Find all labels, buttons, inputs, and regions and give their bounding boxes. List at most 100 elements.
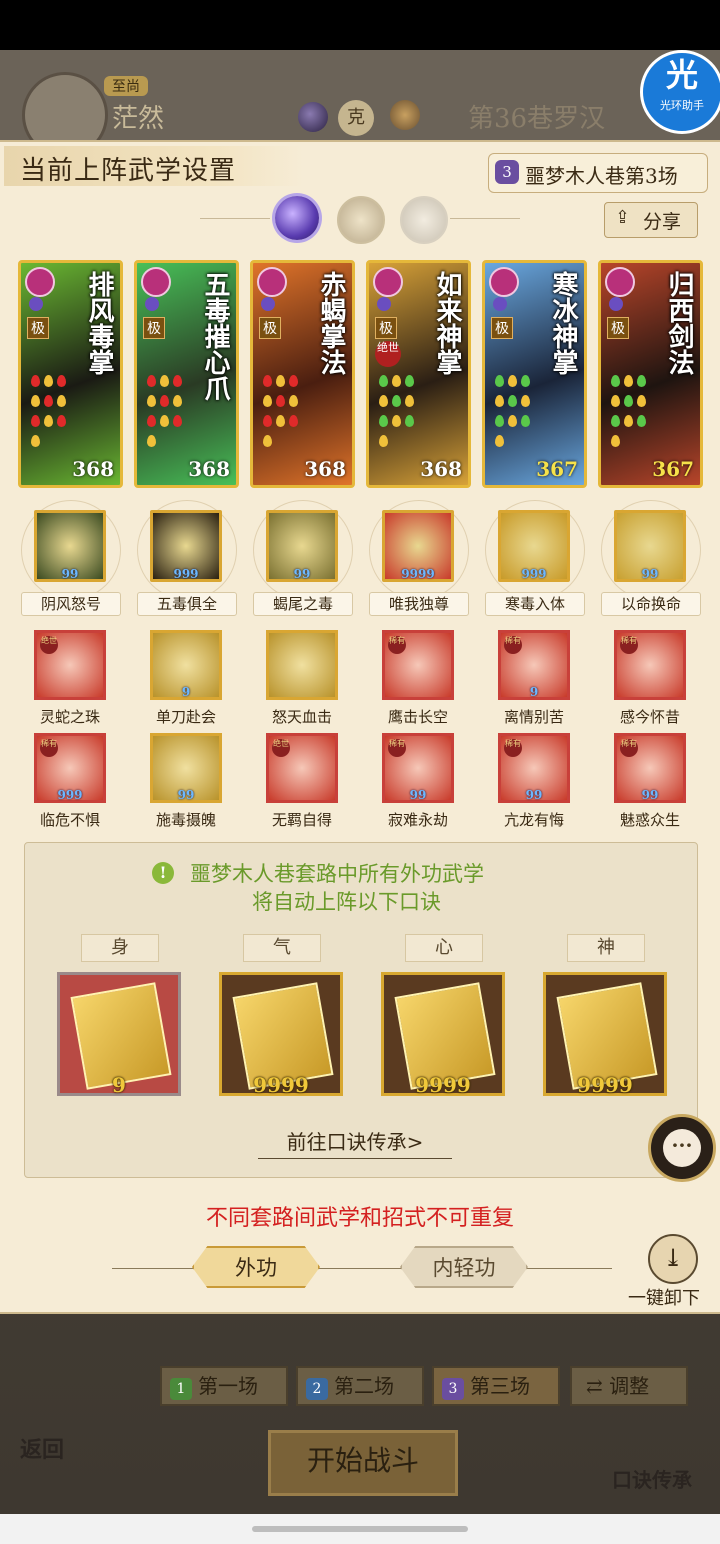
pip-icon bbox=[379, 415, 388, 427]
kouj-slot-tag: 心 bbox=[405, 934, 483, 962]
move-icon[interactable]: 稀有 bbox=[382, 630, 454, 700]
pip-icon bbox=[405, 415, 414, 427]
stage-button[interactable]: 3 第三场 bbox=[432, 1366, 560, 1406]
pip-icon bbox=[276, 375, 285, 387]
unload-icon[interactable]: ⤓ bbox=[648, 1234, 698, 1284]
pip-icon bbox=[392, 375, 401, 387]
move-icon[interactable]: 稀有 99 bbox=[498, 733, 570, 803]
sun-icon bbox=[390, 100, 420, 130]
tab-waigong[interactable]: 外功 bbox=[192, 1246, 320, 1288]
pip-icon bbox=[405, 375, 414, 387]
move-label: 魅惑众生 bbox=[619, 811, 680, 829]
move-icon[interactable]: 9999 bbox=[382, 510, 454, 582]
chat-icon: ··· bbox=[663, 1129, 701, 1167]
kouj-card[interactable]: 9999 bbox=[219, 972, 343, 1097]
pip-icon bbox=[521, 375, 530, 387]
move-icon[interactable]: 稀有 999 bbox=[34, 733, 106, 803]
move-icon[interactable]: 稀有 99 bbox=[614, 733, 686, 803]
kouj-card[interactable]: 9 bbox=[57, 972, 181, 1097]
move-icon[interactable]: 999 bbox=[498, 510, 570, 582]
skill-card[interactable]: 极 排风毒掌 368 bbox=[18, 260, 123, 488]
pip-icon bbox=[276, 395, 285, 407]
skill-card[interactable]: 极 五毒摧心爪 368 bbox=[134, 260, 239, 488]
moon-element-icon bbox=[609, 297, 623, 311]
move-icon[interactable]: 9 bbox=[150, 630, 222, 700]
move-icon[interactable]: 绝世 bbox=[34, 630, 106, 700]
skill-card[interactable]: 极绝世 如来神掌 368 bbox=[366, 260, 471, 488]
skill-card[interactable]: 极 赤蝎掌法 368 bbox=[250, 260, 355, 488]
skill-name: 赤蝎掌法 bbox=[316, 271, 346, 375]
pip-icon bbox=[508, 395, 517, 407]
kouj-card[interactable]: 9999 bbox=[543, 972, 667, 1097]
pip-icon bbox=[44, 395, 53, 407]
move-icon[interactable]: 99 bbox=[34, 510, 106, 582]
move-label: 寒毒入体 bbox=[485, 592, 585, 616]
skill-name: 排风毒掌 bbox=[84, 271, 114, 375]
move-label: 唯我独尊 bbox=[369, 592, 469, 616]
move-label: 临危不惧 bbox=[39, 811, 100, 829]
move-label: 亢龙有悔 bbox=[503, 811, 564, 829]
move-label: 单刀赴会 bbox=[155, 708, 216, 726]
pip-icon bbox=[611, 435, 620, 447]
pip-icon bbox=[160, 395, 169, 407]
goto-kouj-link[interactable]: 前往口诀传承> bbox=[258, 1126, 452, 1159]
skill-card[interactable]: 极 寒冰神掌 367 bbox=[482, 260, 587, 488]
helper-badge-sub: 光环助手 bbox=[660, 99, 704, 112]
move-icon[interactable]: 999 bbox=[150, 510, 222, 582]
start-battle-button[interactable]: 开始战斗 bbox=[268, 1430, 458, 1496]
pip-icon bbox=[379, 395, 388, 407]
pip-icon bbox=[147, 415, 156, 427]
pip-icon bbox=[611, 395, 620, 407]
sun-orb-icon[interactable] bbox=[337, 196, 385, 244]
pip-icon bbox=[173, 395, 182, 407]
move-icon[interactable]: 稀有 9 bbox=[498, 630, 570, 700]
skill-card[interactable]: 极 归西剑法 367 bbox=[598, 260, 703, 488]
stage-button[interactable]: 1 第一场 bbox=[160, 1366, 288, 1406]
chat-bubble-button[interactable]: ··· bbox=[648, 1114, 716, 1182]
move-icon[interactable]: 绝世 bbox=[266, 733, 338, 803]
move-label: 灵蛇之珠 bbox=[39, 708, 100, 726]
skill-level: 368 bbox=[420, 457, 462, 481]
skill-name: 归西剑法 bbox=[664, 271, 694, 375]
pip-icon bbox=[173, 375, 182, 387]
move-count: 99 bbox=[641, 567, 659, 581]
pip-icon bbox=[379, 435, 388, 447]
adjust-button[interactable]: ⇄ 调整 bbox=[570, 1366, 688, 1406]
home-indicator-bar bbox=[0, 1514, 720, 1544]
moon-element-icon bbox=[29, 297, 43, 311]
crescent-orb-icon[interactable] bbox=[400, 196, 448, 244]
move-label: 离情别苦 bbox=[503, 708, 564, 726]
kouj-inherit-button[interactable]: 口诀传承 bbox=[612, 1464, 692, 1493]
move-label: 五毒俱全 bbox=[137, 592, 237, 616]
skill-level: 367 bbox=[652, 457, 694, 481]
stage-button[interactable]: 2 第二场 bbox=[296, 1366, 424, 1406]
move-count: 99 bbox=[293, 567, 311, 581]
status-bar bbox=[0, 0, 720, 50]
match-label: 噩梦木人巷第3场 bbox=[525, 164, 678, 188]
move-label: 以命换命 bbox=[601, 592, 701, 616]
move-icon[interactable]: 稀有 bbox=[614, 630, 686, 700]
helper-badge-main: 光 bbox=[665, 56, 698, 94]
rarity-tag: 稀有 bbox=[388, 636, 406, 654]
panel-title: 当前上阵武学设置 bbox=[20, 156, 237, 186]
rarity-tag: 稀有 bbox=[504, 739, 522, 757]
moon-orb-icon[interactable] bbox=[275, 196, 319, 240]
pip-icon bbox=[289, 395, 298, 407]
home-indicator[interactable] bbox=[252, 1526, 468, 1532]
meridian-pips bbox=[261, 373, 301, 453]
grade-badge: 极 bbox=[375, 317, 397, 339]
tab-neiqing[interactable]: 内轻功 bbox=[400, 1246, 528, 1288]
move-label: 感今怀昔 bbox=[619, 708, 680, 726]
kouj-card[interactable]: 9999 bbox=[381, 972, 505, 1097]
helper-app-badge[interactable]: 光 光环助手 bbox=[640, 50, 720, 134]
unload-label[interactable]: 一键卸下 bbox=[628, 1284, 700, 1310]
move-icon[interactable]: 99 bbox=[266, 510, 338, 582]
move-icon[interactable]: 99 bbox=[614, 510, 686, 582]
move-icon[interactable]: 99 bbox=[150, 733, 222, 803]
move-icon[interactable]: 稀有 99 bbox=[382, 733, 454, 803]
moon-element-icon bbox=[145, 297, 159, 311]
share-button[interactable]: ⇪ 分享 bbox=[604, 202, 698, 238]
move-icon[interactable] bbox=[266, 630, 338, 700]
pip-icon bbox=[263, 375, 272, 387]
back-button[interactable]: 返回 bbox=[20, 1432, 64, 1464]
